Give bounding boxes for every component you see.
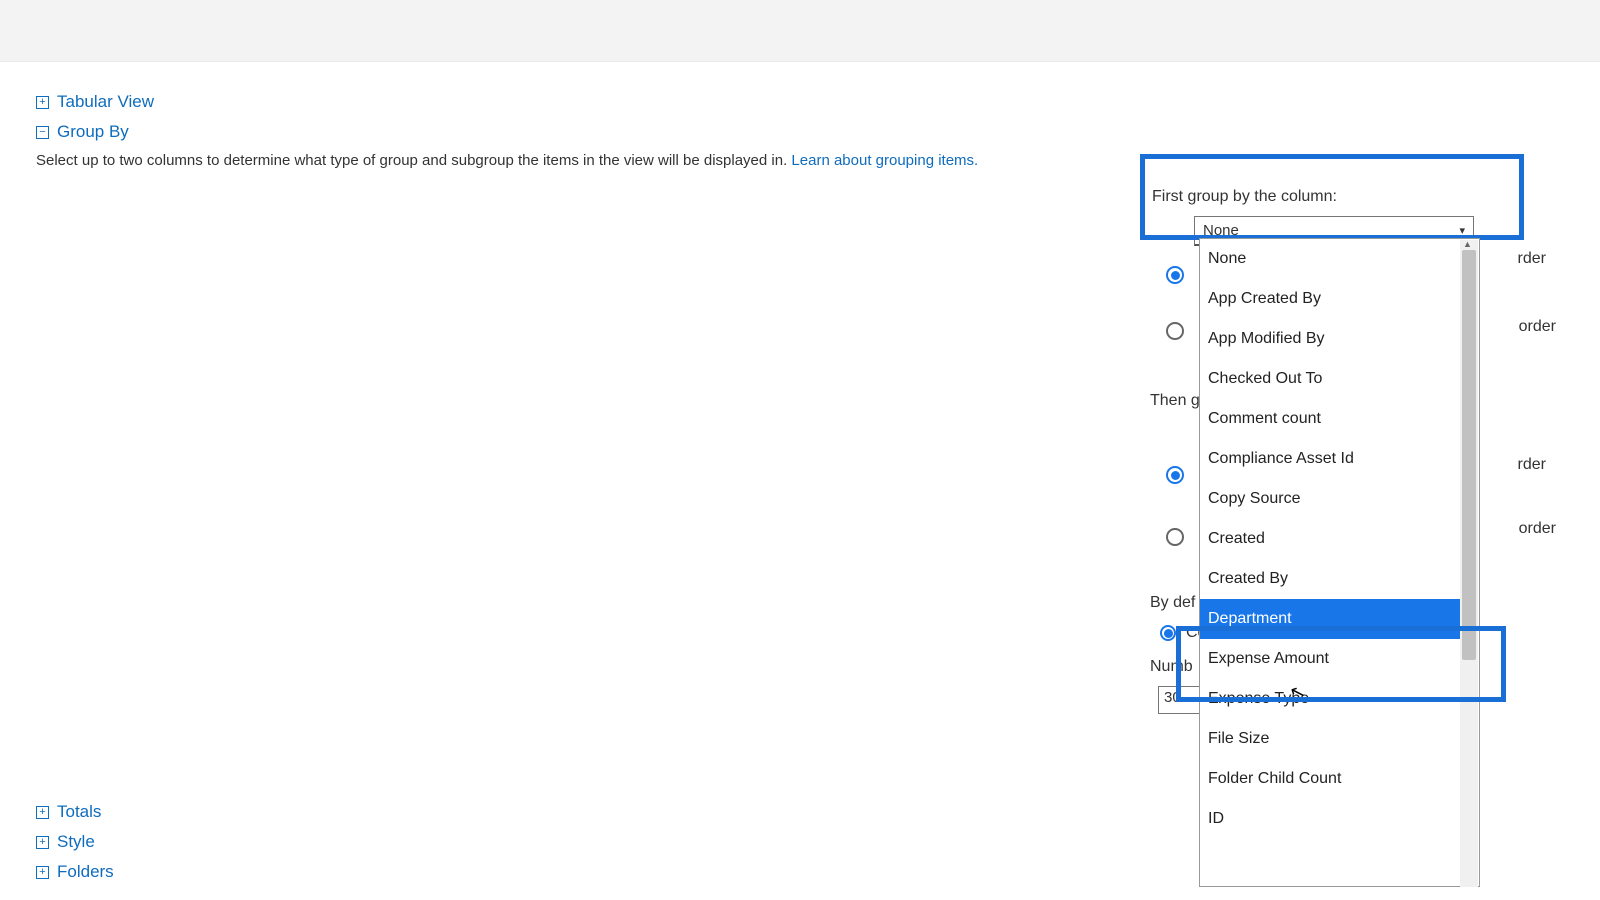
section-style[interactable]: + Style [36, 832, 114, 852]
dropdown-option[interactable]: Expense Amount [1200, 639, 1462, 679]
order-text: order [1519, 520, 1556, 538]
order-text: order [1519, 318, 1556, 336]
dropdown-option[interactable]: Compliance Asset Id [1200, 439, 1462, 479]
dropdown-option[interactable]: ID [1200, 799, 1462, 839]
by-default-label-partial: By def [1150, 594, 1195, 612]
radio-ascending-first[interactable] [1166, 266, 1184, 284]
dropdown-option[interactable]: Checked Out To [1200, 359, 1462, 399]
section-title-groupby: Group By [57, 122, 129, 142]
radio-descending-first[interactable] [1166, 322, 1184, 340]
section-title-style: Style [57, 832, 95, 852]
dropdown-option[interactable]: Expense Type [1200, 679, 1462, 719]
learn-link[interactable]: Learn about grouping items. [791, 152, 978, 169]
then-group-label-partial: Then g [1150, 392, 1200, 410]
section-title-totals: Totals [57, 802, 101, 822]
dropdown-option[interactable]: None [1200, 239, 1462, 279]
dropdown-option[interactable]: Created [1200, 519, 1462, 559]
dropdown-option[interactable]: File Size [1200, 719, 1462, 759]
first-group-wrap: First group by the column: None ▾ [1140, 60, 1560, 246]
number-label-partial: Numb [1150, 658, 1193, 676]
radio-ascending-second[interactable] [1166, 466, 1184, 484]
chevron-down-icon: ▾ [1459, 224, 1465, 237]
desc-text: Select up to two columns to determine wh… [36, 152, 791, 169]
scroll-thumb[interactable] [1462, 250, 1476, 660]
dropdown-option[interactable]: Department [1200, 599, 1462, 639]
dropdown-option[interactable]: App Modified By [1200, 319, 1462, 359]
collapsed-sections: + Totals + Style + Folders [36, 802, 114, 892]
dropdown-option[interactable]: App Created By [1200, 279, 1462, 319]
section-folders[interactable]: + Folders [36, 862, 114, 882]
first-group-dropdown[interactable]: ▲ NoneApp Created ByApp Modified ByCheck… [1199, 238, 1480, 887]
section-title-tabular: Tabular View [57, 92, 154, 112]
dropdown-scrollbar[interactable]: ▲ [1460, 240, 1478, 887]
plus-icon: + [36, 836, 49, 849]
section-title-folders: Folders [57, 862, 114, 882]
order-text: rder [1518, 250, 1546, 268]
first-group-label: First group by the column: [1152, 188, 1560, 206]
order-text: rder [1518, 456, 1546, 474]
radio-collapsed-default[interactable] [1160, 625, 1176, 641]
top-ribbon-bar [0, 0, 1600, 62]
radio-descending-second[interactable] [1166, 528, 1184, 546]
select-display-value: None [1203, 222, 1239, 239]
scroll-up-icon: ▲ [1463, 239, 1472, 249]
plus-icon: + [36, 806, 49, 819]
plus-icon: + [36, 866, 49, 879]
dropdown-option[interactable]: Created By [1200, 559, 1462, 599]
dropdown-option[interactable]: Comment count [1200, 399, 1462, 439]
dropdown-option[interactable]: Copy Source [1200, 479, 1462, 519]
dropdown-option[interactable]: Folder Child Count [1200, 759, 1462, 799]
plus-icon: + [36, 96, 49, 109]
minus-icon: − [36, 126, 49, 139]
section-totals[interactable]: + Totals [36, 802, 114, 822]
